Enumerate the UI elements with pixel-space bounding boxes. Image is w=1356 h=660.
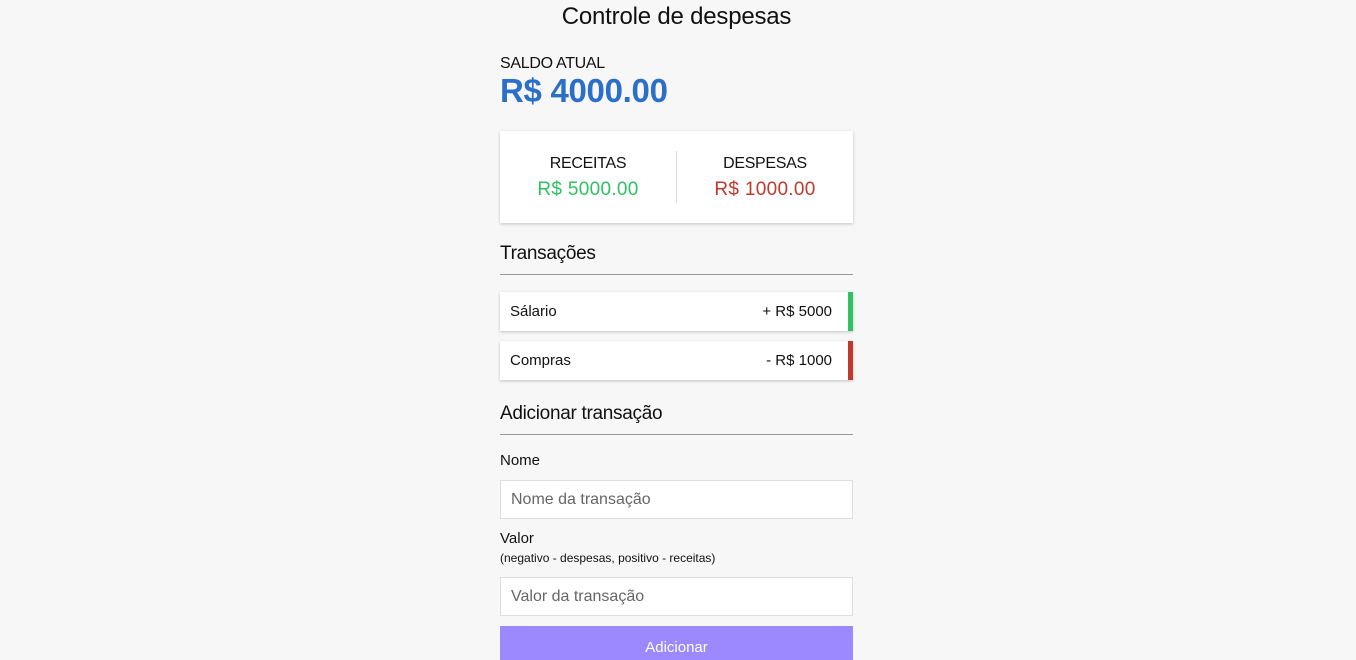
- expense-summary: DESPESAS R$ 1000.00: [677, 153, 853, 201]
- income-expense-summary: RECEITAS R$ 5000.00 DESPESAS R$ 1000.00: [500, 131, 853, 223]
- expense-value: R$ 1000.00: [714, 179, 816, 200]
- expense-label: DESPESAS: [723, 155, 807, 172]
- transaction-amount: + R$ 5000: [762, 303, 832, 320]
- transaction-name: Sálario: [510, 303, 557, 320]
- balance-value: R$ 4000.00: [500, 72, 668, 109]
- transaction-amount: - R$ 1000: [766, 352, 832, 369]
- name-label: Nome: [500, 452, 541, 469]
- transactions-list: Sálario + R$ 5000 Compras - R$ 1000: [500, 292, 853, 390]
- transaction-name-input[interactable]: [500, 480, 853, 519]
- add-transaction-button[interactable]: Adicionar: [500, 626, 853, 660]
- transaction-item[interactable]: Compras - R$ 1000: [500, 341, 853, 380]
- page-title: Controle de despesas: [561, 3, 792, 30]
- transaction-amount-input[interactable]: [500, 577, 853, 616]
- income-value: R$ 5000.00: [537, 179, 639, 200]
- balance-label: SALDO ATUAL: [500, 55, 605, 72]
- amount-hint: (negativo - despesas, positivo - receita…: [500, 551, 716, 565]
- transaction-item[interactable]: Sálario + R$ 5000: [500, 292, 853, 331]
- amount-label: Valor: [500, 530, 534, 547]
- income-summary: RECEITAS R$ 5000.00: [500, 153, 676, 201]
- transactions-title: Transações: [500, 243, 853, 275]
- transaction-name: Compras: [510, 352, 571, 369]
- add-transaction-title: Adicionar transação: [500, 403, 853, 435]
- income-label: RECEITAS: [549, 155, 627, 172]
